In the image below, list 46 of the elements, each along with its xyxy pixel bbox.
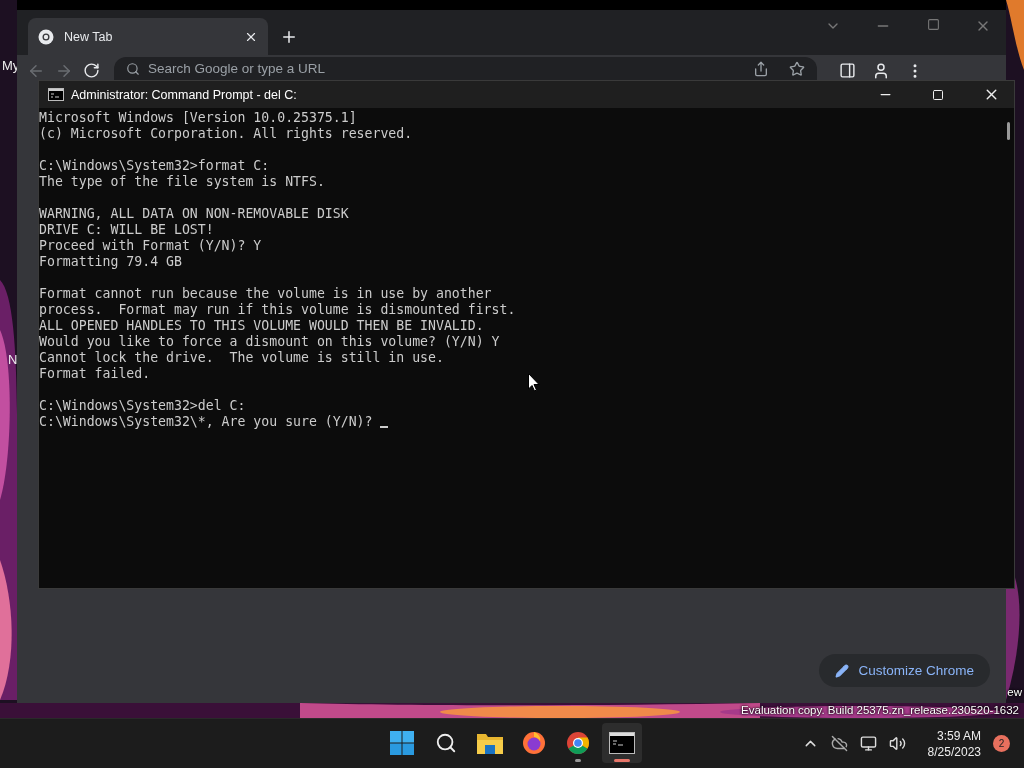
taskbar-app-button[interactable] <box>602 723 642 763</box>
console-line: Formatting 79.4 GB <box>39 254 182 269</box>
terminal-icon <box>609 732 635 754</box>
mouse-pointer-icon <box>528 373 540 392</box>
console-line: Cannot lock the drive. The volume is still in use. <box>39 350 444 365</box>
console-line: The type of the file system is NTFS. <box>39 174 325 189</box>
fox-globe-icon <box>522 731 546 755</box>
window-title: Administrator: Command Prompt - del C: <box>71 87 298 102</box>
console-line: Proceed with Format (Y/N)? Y <box>39 238 262 253</box>
console-line: (c) Microsoft Corporation. All rights reserved. <box>39 126 413 141</box>
network-icon[interactable] <box>859 735 877 752</box>
console-line: Format cannot run because the volume is in use by another <box>39 286 492 301</box>
evaluation-watermark-text: Evaluation copy. Build 25375.zn_release.230520-1632 <box>741 704 1019 717</box>
console-line: DRIVE C: WILL BE LOST! <box>39 222 214 237</box>
speaker-icon[interactable] <box>888 735 906 752</box>
share-icon[interactable] <box>753 60 769 77</box>
address-bar[interactable]: Search Google or type a URL <box>114 57 817 80</box>
chrome-logo-icon <box>566 731 590 755</box>
search-icon <box>126 61 140 76</box>
pencil-icon <box>835 663 850 678</box>
new-tab-icon[interactable] <box>280 28 298 46</box>
time-text: 3:59 AM <box>936 727 981 744</box>
console-line: WARNING, ALL DATA ON NON-REMOVABLE DISK <box>39 206 349 221</box>
cloud-off-icon[interactable] <box>830 735 848 752</box>
terminal-icon <box>48 88 64 101</box>
notification-badge[interactable]: 2 <box>993 735 1010 752</box>
console-line: C:\Windows\System32>format C: <box>39 158 270 173</box>
clock[interactable]: 3:59 AM 8/25/2023 <box>927 727 981 760</box>
console-line: Format failed. <box>39 366 151 381</box>
search-icon <box>435 732 457 754</box>
console-line: process. Format may run if this volume is dismounted first. <box>39 302 516 317</box>
reload-icon[interactable] <box>83 62 100 79</box>
bookmark-star-icon[interactable] <box>789 60 805 77</box>
side-panel-icon[interactable] <box>839 62 856 79</box>
chrome-logo-icon <box>38 28 54 45</box>
console-line: ALL OPENED HANDLES TO THIS VOLUME WOULD THEN BE INVALID. <box>39 318 484 333</box>
profile-icon[interactable] <box>872 62 890 80</box>
console-line: C:\Windows\System32\*, Are you sure (Y/N)? <box>39 414 374 429</box>
date-text: 8/25/2023 <box>927 743 981 760</box>
windows-logo-icon <box>390 731 414 755</box>
console-line: C:\Windows\System32>del C: <box>39 398 246 413</box>
folder-icon <box>477 732 503 754</box>
customize-chrome-button[interactable]: Customize Chrome <box>819 654 990 687</box>
browser-tab[interactable]: New Tab <box>28 18 268 55</box>
console-line: Microsoft Windows [Version 10.0.25375.1] <box>39 110 357 125</box>
console-line: Would you like to force a dismount on this volume? (Y/N) Y <box>39 334 500 349</box>
